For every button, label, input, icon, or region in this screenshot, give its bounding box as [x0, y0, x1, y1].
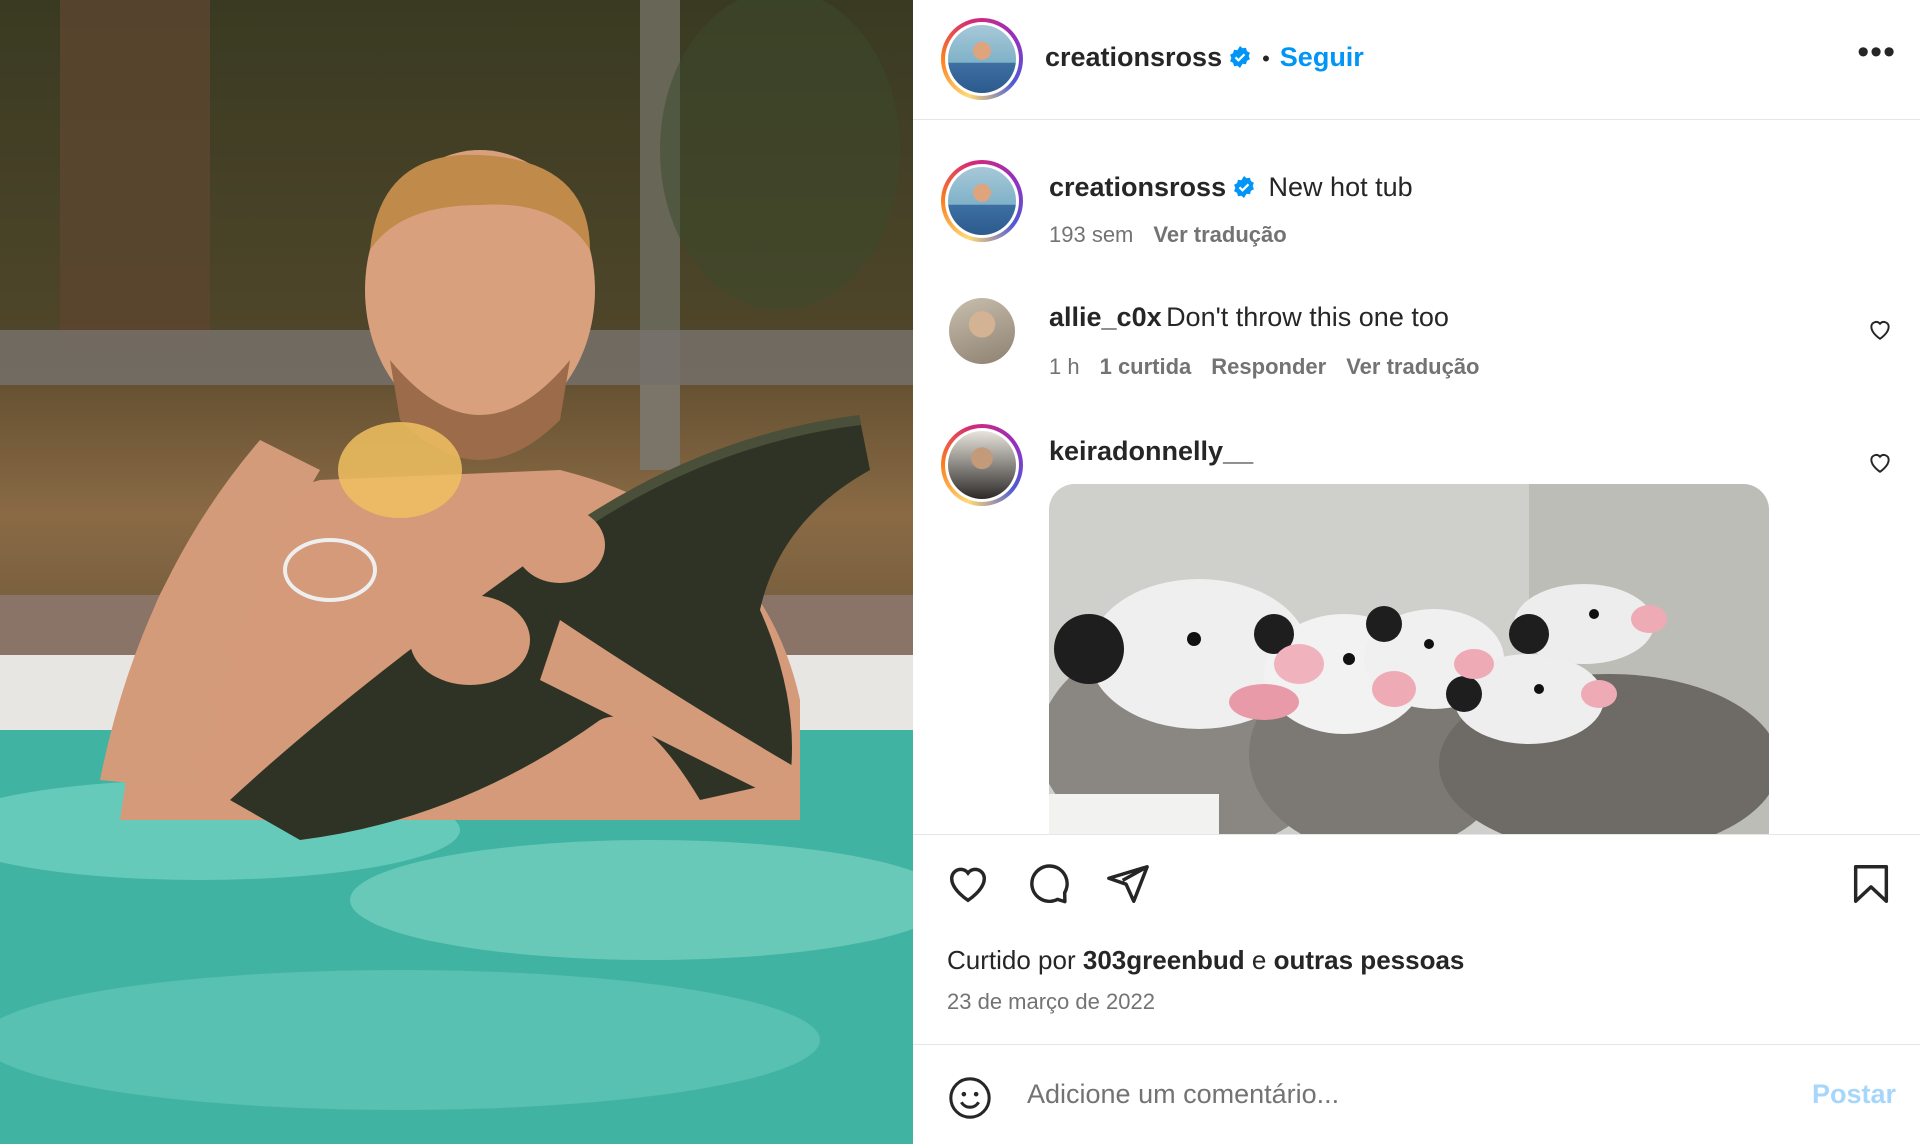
post-panel: creationsross • Seguir ••• creationsross N… [913, 0, 1920, 1144]
comment-attached-image[interactable] [1049, 484, 1769, 834]
like-heart-icon[interactable] [945, 861, 991, 907]
emoji-smiley-icon[interactable] [947, 1075, 993, 1121]
comment-avatar[interactable] [949, 298, 1015, 364]
more-options-icon[interactable]: ••• [1857, 35, 1896, 69]
likes-user-link[interactable]: 303greenbud [1083, 945, 1245, 975]
author-username[interactable]: creationsross [1045, 42, 1222, 72]
post-comment-button[interactable]: Postar [1812, 1079, 1896, 1110]
caption-age: 193 sem [1049, 222, 1134, 247]
comment-input[interactable] [1027, 1079, 1727, 1110]
author-avatar[interactable] [941, 18, 1023, 100]
comment-avatar[interactable] [941, 424, 1023, 506]
verified-badge-icon [1234, 176, 1254, 198]
comment-age: 1 h [1049, 354, 1080, 379]
comment-likes[interactable]: 1 curtida [1100, 354, 1192, 379]
likes-middle: e [1251, 945, 1267, 975]
comment-composer: Postar [913, 1044, 1920, 1144]
verified-badge-icon [1230, 46, 1250, 68]
comment-line: keiradonnelly__ [1049, 436, 1253, 467]
comment-text: Don't throw this one too [1166, 302, 1449, 332]
comment-meta: 1 h 1 curtida Responder Ver tradução [1049, 354, 1500, 380]
likes-others-link[interactable]: outras pessoas [1274, 945, 1465, 975]
comment-like-heart-icon[interactable] [1867, 449, 1893, 475]
comment-username[interactable]: keiradonnelly__ [1049, 436, 1253, 466]
comment-translate-link[interactable]: Ver tradução [1346, 354, 1479, 379]
save-bookmark-icon[interactable] [1848, 861, 1894, 907]
comment-bubble-icon[interactable] [1025, 861, 1071, 907]
reply-button[interactable]: Responder [1211, 354, 1326, 379]
caption-translate-link[interactable]: Ver tradução [1153, 222, 1286, 247]
post-date[interactable]: 23 de março de 2022 [947, 989, 1155, 1015]
post-photo[interactable] [0, 0, 913, 1144]
likes-prefix: Curtido por [947, 945, 1076, 975]
comment-line: allie_c0x Don't throw this one too [1049, 302, 1449, 333]
share-paper-plane-icon[interactable] [1105, 861, 1151, 907]
comment-like-heart-icon[interactable] [1867, 316, 1893, 342]
header-user-line: creationsross • Seguir [1045, 42, 1364, 73]
post-actions: Curtido por 303greenbud e outras pessoas… [913, 834, 1920, 1044]
caption-line: creationsross New hot tub [1049, 172, 1413, 203]
opossums-illustration [1049, 484, 1769, 834]
follow-button[interactable]: Seguir [1280, 42, 1364, 72]
caption-avatar[interactable] [941, 160, 1023, 242]
header-separator: • [1262, 46, 1270, 71]
caption-text: New hot tub [1268, 172, 1413, 202]
post-header: creationsross • Seguir ••• [913, 0, 1920, 120]
caption-meta: 193 sem Ver tradução [1049, 222, 1307, 248]
caption-username[interactable]: creationsross [1049, 172, 1226, 202]
post-photo-illustration [0, 0, 913, 1144]
comment-username[interactable]: allie_c0x [1049, 302, 1162, 332]
likes-summary: Curtido por 303greenbud e outras pessoas [947, 945, 1464, 976]
